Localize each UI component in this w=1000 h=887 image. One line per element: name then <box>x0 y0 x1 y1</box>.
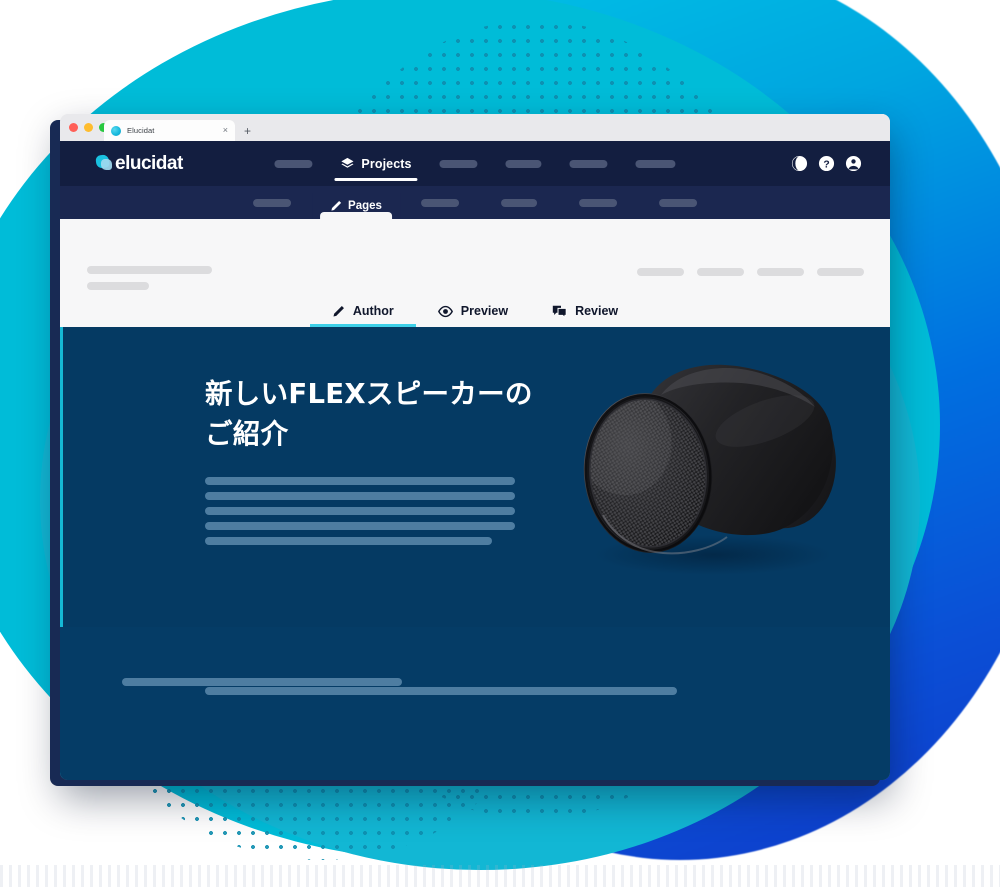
tab-author[interactable]: Author <box>309 304 416 327</box>
subnav-item-placeholder[interactable] <box>638 186 718 219</box>
active-subnav-indicator <box>320 212 392 219</box>
nav-item-placeholder[interactable] <box>622 141 690 186</box>
slide-canvas: 新しいFLEXスピーカーのご紹介 <box>60 327 890 780</box>
placeholder-pill <box>505 159 542 168</box>
subnav-item-placeholder[interactable] <box>232 186 312 219</box>
app-top-navigation: elucidat Projects ? <box>60 141 890 186</box>
elucidat-logo-mark-icon <box>95 154 115 172</box>
placeholder-line <box>205 687 677 695</box>
subnav-item-placeholder[interactable] <box>480 186 558 219</box>
slide-heading: 新しいFLEXスピーカーのご紹介 <box>205 378 533 450</box>
browser-tab[interactable]: Elucidat × <box>104 120 235 141</box>
action-placeholder-bar[interactable] <box>757 268 804 276</box>
subnav-item-pages-label: Pages <box>348 200 382 212</box>
nav-item-placeholder[interactable] <box>492 141 556 186</box>
top-nav-actions: ? <box>791 155 862 172</box>
nav-item-placeholder[interactable] <box>426 141 492 186</box>
placeholder-line <box>122 678 402 686</box>
browser-window: Elucidat × + elucidat Projects ? Pages A… <box>60 114 890 780</box>
slide-top-placeholder <box>122 678 402 686</box>
placeholder-pill <box>658 198 697 207</box>
browser-tab-title: Elucidat <box>127 126 155 135</box>
top-nav-items: Projects <box>260 141 689 186</box>
browser-chrome: Elucidat × + <box>60 114 890 141</box>
placeholder-pill <box>569 159 608 168</box>
slide-hero: 新しいFLEXスピーカーのご紹介 <box>205 375 535 545</box>
tab-preview-label: Preview <box>460 304 509 318</box>
project-title-placeholder <box>87 266 212 290</box>
bluetooth-speaker-image <box>565 347 855 582</box>
help-icon[interactable]: ? <box>818 155 835 172</box>
placeholder-pill <box>274 159 313 168</box>
header-actions-placeholder <box>637 268 864 276</box>
elucidat-logo[interactable]: elucidat <box>95 152 183 175</box>
placeholder-pill <box>439 159 478 168</box>
placeholder-pill <box>578 198 617 207</box>
tab-author-label: Author <box>352 304 394 318</box>
placeholder-line <box>205 476 515 485</box>
placeholder-pill <box>253 198 292 207</box>
subnav-item-placeholder[interactable] <box>558 186 638 219</box>
svg-text:?: ? <box>823 159 829 170</box>
pencil-icon <box>333 305 344 317</box>
action-placeholder-bar[interactable] <box>697 268 744 276</box>
editor-tabs: Author Preview Review <box>60 304 890 327</box>
close-window-button[interactable] <box>69 123 78 132</box>
action-placeholder-bar[interactable] <box>637 268 684 276</box>
traffic-lights <box>69 123 108 132</box>
account-icon[interactable] <box>845 155 862 172</box>
slide-body-placeholder <box>205 476 535 545</box>
subnav-item-pages[interactable]: Pages <box>312 193 400 219</box>
globe-icon[interactable] <box>791 155 808 172</box>
placeholder-pill <box>420 198 459 207</box>
comment-icon <box>552 305 567 318</box>
title-placeholder-bar <box>87 266 212 274</box>
tab-preview[interactable]: Preview <box>416 304 530 327</box>
close-icon[interactable]: × <box>223 126 228 135</box>
active-nav-underline <box>334 178 418 181</box>
subnav-item-placeholder[interactable] <box>400 186 480 219</box>
nav-item-projects[interactable]: Projects <box>326 141 425 186</box>
nav-item-projects-label: Projects <box>361 156 412 171</box>
new-tab-button[interactable]: + <box>244 125 251 137</box>
sub-nav-items: Pages <box>232 186 718 219</box>
nav-item-placeholder[interactable] <box>260 141 326 186</box>
eye-icon <box>437 305 453 317</box>
elucidat-logo-text: elucidat <box>115 152 183 174</box>
layers-icon <box>341 157 354 168</box>
app-sub-navigation: Pages <box>60 186 890 219</box>
subtitle-placeholder-bar <box>87 282 149 290</box>
tab-review[interactable]: Review <box>530 304 640 327</box>
nav-item-placeholder[interactable] <box>556 141 622 186</box>
minimize-window-button[interactable] <box>84 123 93 132</box>
elucidat-favicon-icon <box>111 125 121 136</box>
slide-lower-placeholder <box>205 687 677 695</box>
placeholder-pill <box>635 159 676 168</box>
pencil-icon <box>331 200 342 211</box>
bottom-noise-strip <box>0 865 1000 887</box>
placeholder-line <box>205 521 515 530</box>
placeholder-line <box>205 506 515 515</box>
placeholder-line <box>205 491 515 500</box>
placeholder-pill <box>500 198 537 207</box>
action-placeholder-bar[interactable] <box>817 268 864 276</box>
placeholder-line <box>205 536 492 545</box>
editor-header: Author Preview Review <box>60 219 890 327</box>
tab-review-label: Review <box>575 304 619 318</box>
slide-section-lower <box>60 627 890 780</box>
